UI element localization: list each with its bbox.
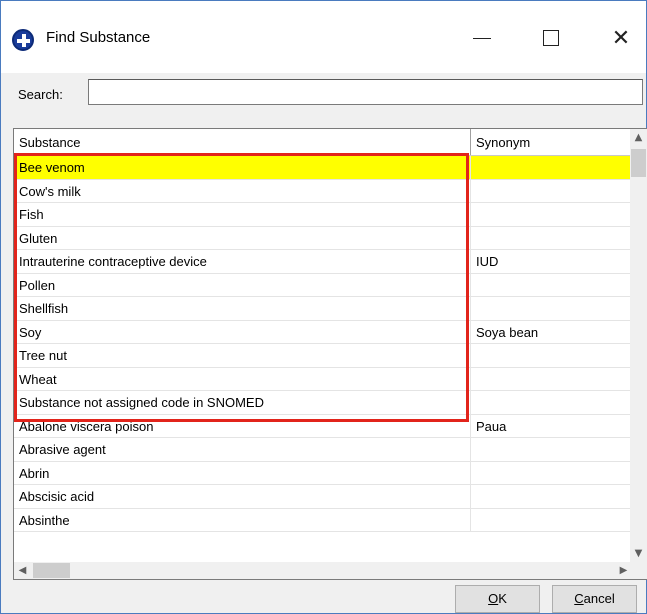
vertical-scroll-thumb[interactable] — [631, 149, 646, 177]
cell-substance: Intrauterine contraceptive device — [14, 250, 471, 273]
scroll-left-icon[interactable]: ◀ — [14, 562, 31, 579]
grid-header: Substance Synonym — [14, 129, 632, 156]
column-header-substance[interactable]: Substance — [14, 129, 471, 155]
cell-substance: Substance not assigned code in SNOMED — [14, 391, 471, 414]
cell-substance: Soy — [14, 320, 471, 343]
vertical-scrollbar[interactable]: ▲ ▼ — [630, 129, 647, 562]
table-row[interactable]: Abrin — [14, 461, 632, 485]
cell-substance: Fish — [14, 203, 471, 226]
horizontal-scroll-thumb[interactable] — [33, 563, 70, 578]
cell-synonym — [471, 391, 632, 414]
horizontal-scrollbar[interactable]: ◀ ▶ — [14, 562, 632, 579]
table-row[interactable]: Substance not assigned code in SNOMED — [14, 391, 632, 415]
cell-synonym — [471, 227, 632, 250]
window-title: Find Substance — [46, 29, 151, 46]
cell-substance: Wheat — [14, 367, 471, 390]
cell-substance: Tree nut — [14, 344, 471, 367]
find-substance-dialog: Find Substance ✕ Search: Substance Synon… — [0, 0, 647, 614]
cell-substance: Pollen — [14, 273, 471, 296]
substance-grid[interactable]: Substance Synonym Bee venom Cow's milk Fis… — [13, 128, 647, 580]
cell-synonym — [471, 344, 632, 367]
cell-substance: Cow's milk — [14, 179, 471, 202]
cell-synonym — [471, 180, 632, 203]
cell-synonym: Soya bean — [476, 324, 539, 340]
search-label: Search: — [18, 87, 63, 102]
cell-synonym — [471, 462, 632, 485]
ok-button[interactable]: OK — [455, 585, 540, 613]
minimize-button[interactable] — [459, 19, 505, 57]
table-row[interactable]: Intrauterine contraceptive device IUD — [14, 250, 632, 274]
table-row[interactable]: Wheat — [14, 367, 632, 391]
cell-substance: Shellfish — [14, 297, 471, 320]
cell-substance: Absinthe — [14, 508, 471, 531]
cell-substance: Bee venom — [14, 156, 471, 179]
title-bar: Find Substance ✕ — [1, 1, 646, 73]
grid-rows: Bee venom Cow's milk Fish Gluten Intrauterin… — [14, 156, 632, 532]
cell-synonym — [471, 203, 632, 226]
scrollbar-corner — [630, 562, 647, 579]
table-row[interactable]: Cow's milk — [14, 179, 632, 203]
cancel-button[interactable]: Cancel — [552, 585, 637, 613]
table-row[interactable]: Abrasive agent — [14, 438, 632, 462]
table-row[interactable]: Abscisic acid — [14, 485, 632, 509]
table-row[interactable]: Fish — [14, 203, 632, 227]
scroll-down-icon[interactable]: ▼ — [630, 545, 647, 562]
close-icon: ✕ — [611, 25, 631, 51]
table-row[interactable]: Soy Soya bean — [14, 320, 632, 344]
app-cross-icon — [12, 29, 34, 51]
table-row[interactable]: Gluten — [14, 226, 632, 250]
cell-substance: Gluten — [14, 226, 471, 249]
cell-substance: Abrasive agent — [14, 438, 471, 461]
cell-synonym — [471, 438, 632, 461]
table-row[interactable]: Shellfish — [14, 297, 632, 321]
minimize-icon — [473, 37, 491, 39]
cell-substance: Abscisic acid — [14, 485, 471, 508]
maximize-button[interactable] — [528, 19, 574, 57]
cell-substance: Abrin — [14, 461, 471, 484]
table-row[interactable]: Bee venom — [14, 156, 632, 180]
cell-synonym: Paua — [476, 418, 507, 434]
maximize-icon — [543, 30, 559, 46]
cell-synonym — [471, 297, 632, 320]
search-input[interactable] — [88, 79, 643, 105]
table-row[interactable]: Pollen — [14, 273, 632, 297]
cell-synonym — [471, 368, 632, 391]
cell-substance: Abalone viscera poison — [14, 414, 471, 437]
table-row[interactable]: Abalone viscera poison Paua — [14, 414, 632, 438]
cell-synonym: IUD — [476, 254, 499, 269]
table-row[interactable]: Tree nut — [14, 344, 632, 368]
cell-synonym — [471, 509, 632, 532]
column-header-synonym[interactable]: Synonym — [471, 129, 632, 155]
table-row[interactable]: Absinthe — [14, 508, 632, 532]
cell-synonym — [471, 485, 632, 508]
cell-synonym — [471, 156, 632, 179]
close-button[interactable]: ✕ — [598, 19, 644, 57]
cell-synonym — [471, 274, 632, 297]
scroll-up-icon[interactable]: ▲ — [630, 129, 647, 146]
